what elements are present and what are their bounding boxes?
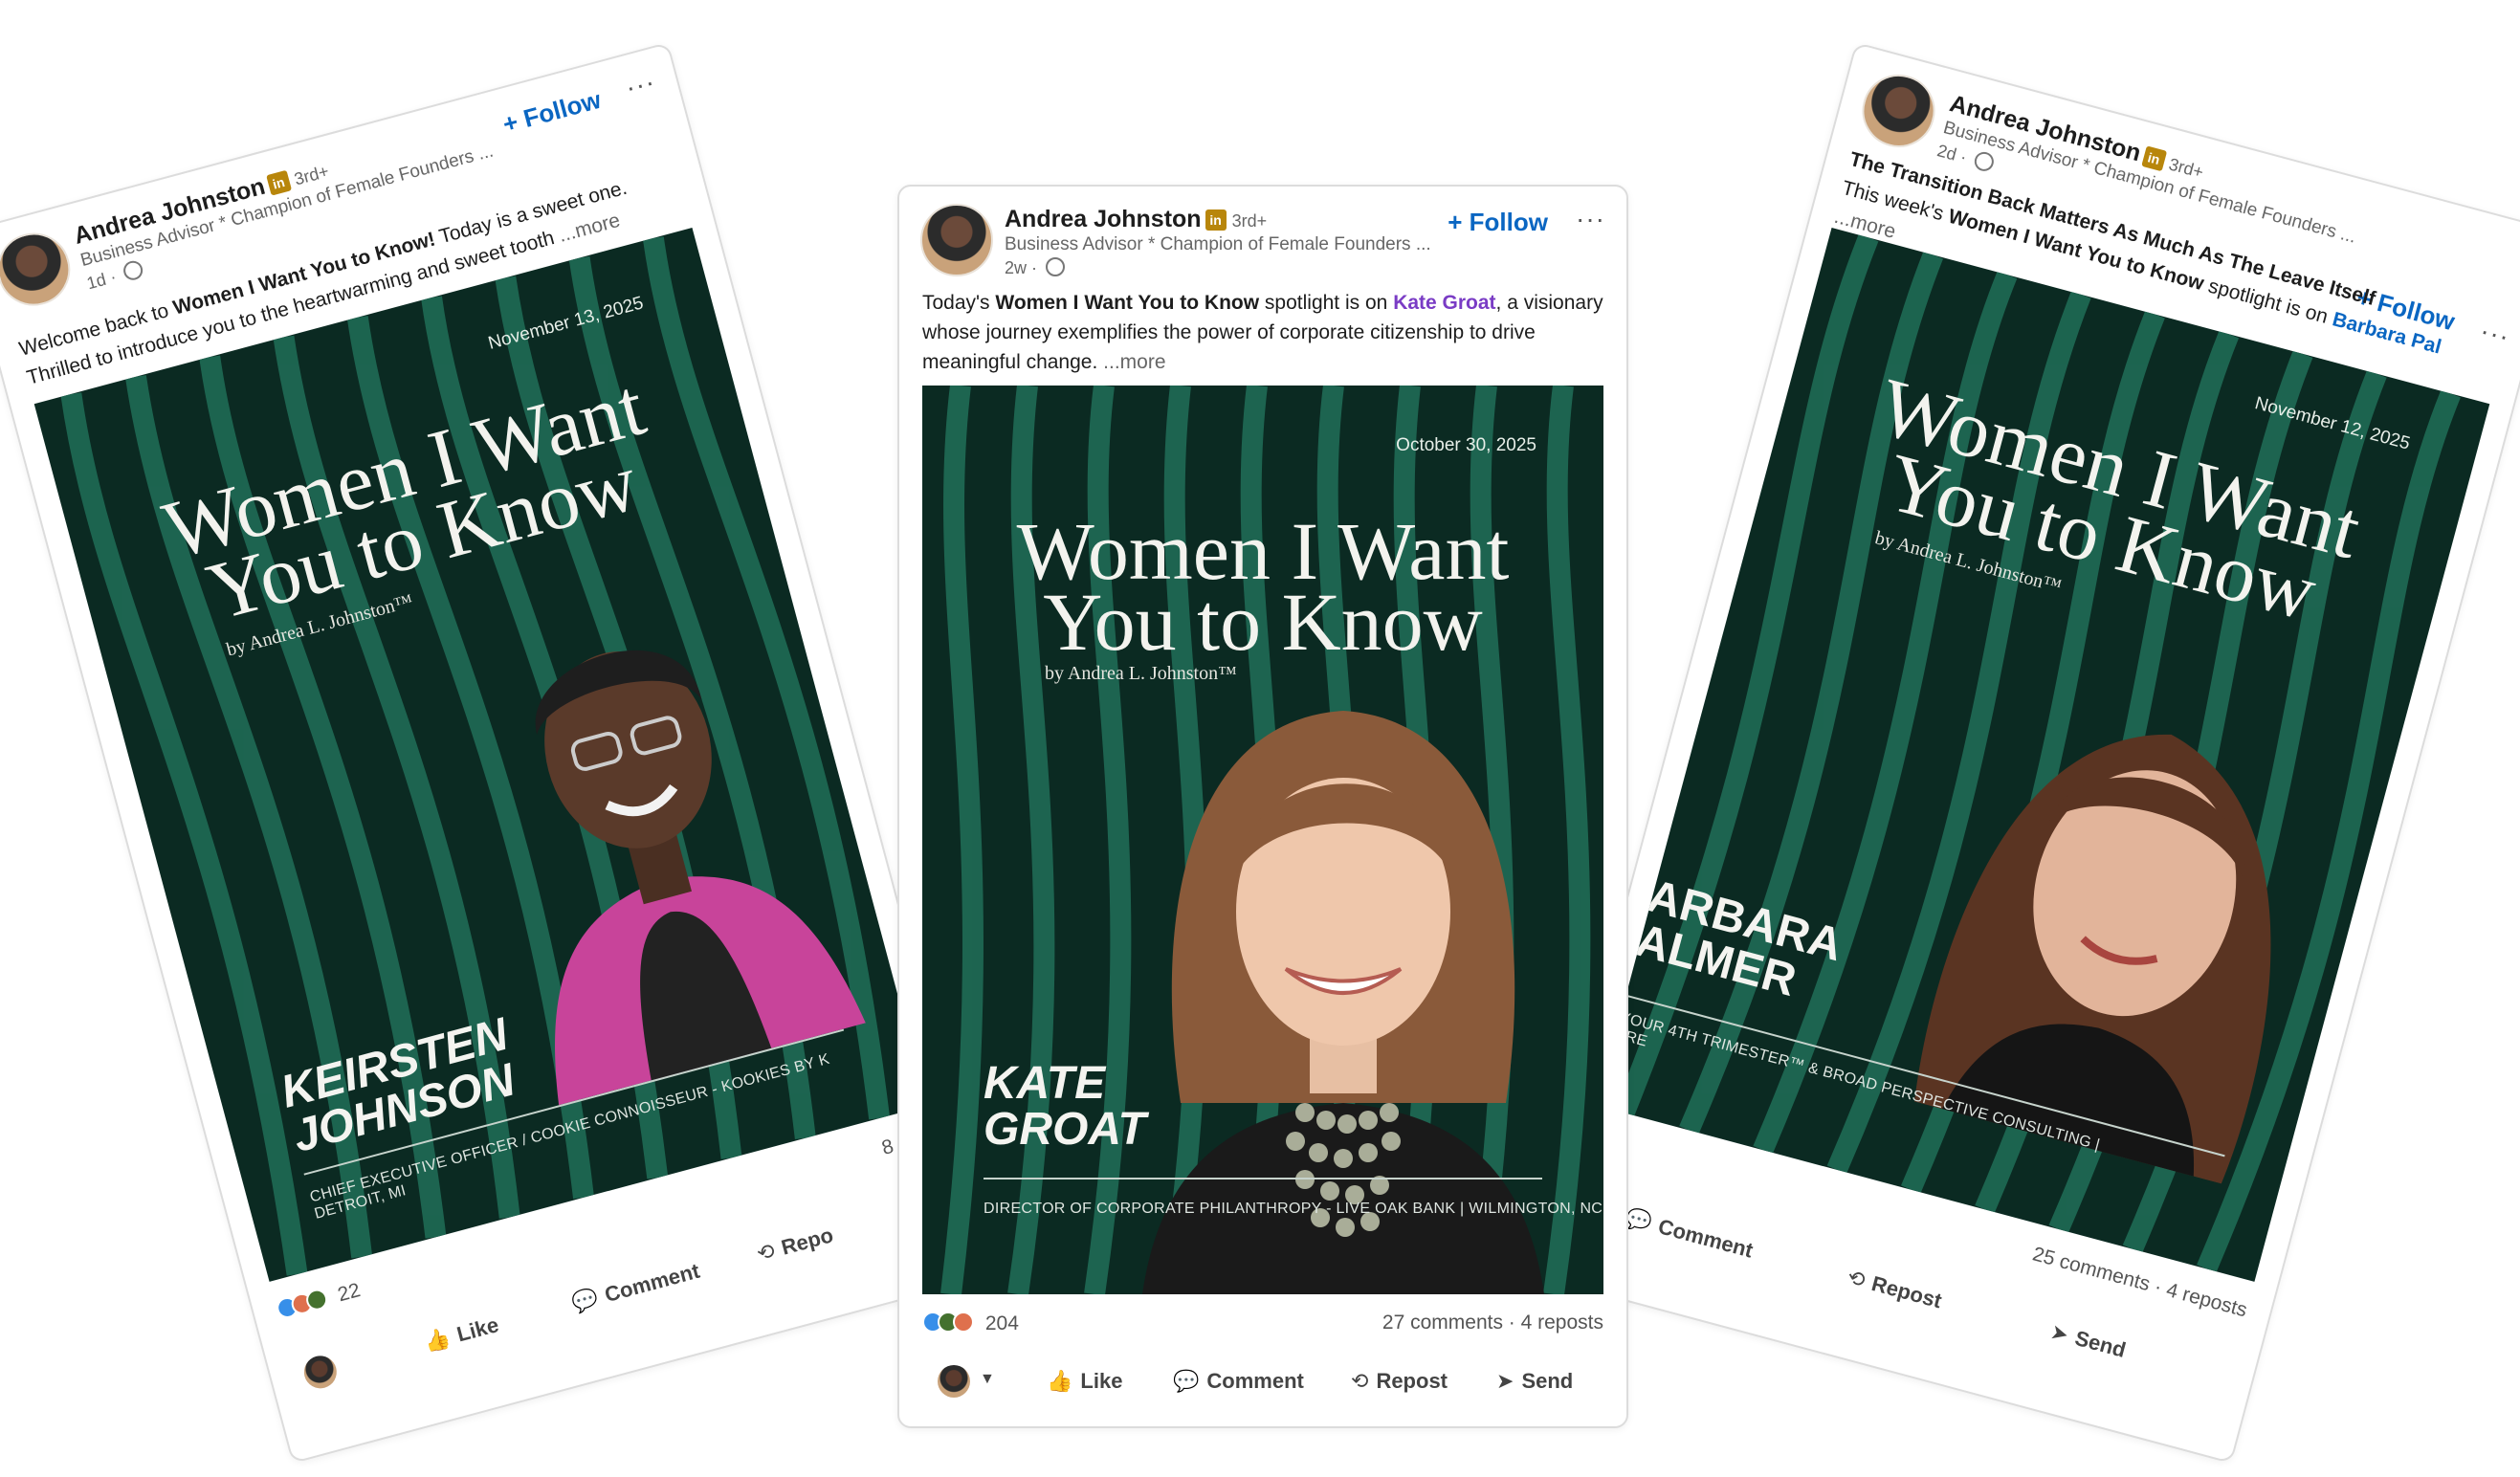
author-name[interactable]: Andrea Johnston in 3rd+ xyxy=(1005,206,1267,233)
series-name: Women I Want You to Know xyxy=(995,292,1260,314)
globe-icon xyxy=(1972,149,1997,174)
send-icon: ➤ xyxy=(1496,1369,1514,1393)
honoree-role: DIRECTOR OF CORPORATE PHILANTHROPY - LIV… xyxy=(984,1201,1603,1217)
mention-link[interactable]: Kate Groat xyxy=(1393,292,1495,314)
love-reaction-icon xyxy=(953,1312,974,1333)
author-headline: Business Advisor * Champion of Female Fo… xyxy=(1005,234,1431,254)
post-caption: Today's Women I Want You to Know spotlig… xyxy=(922,292,1603,373)
send-icon: ➤ xyxy=(2047,1319,2071,1347)
author-avatar[interactable] xyxy=(1853,66,1944,156)
card-title: Women I Want You to Know xyxy=(1016,505,1510,668)
repost-icon: ⟲ xyxy=(1845,1265,1868,1293)
actor-dropdown-icon[interactable]: ▼ xyxy=(980,1371,995,1388)
repost-icon: ⟲ xyxy=(1351,1369,1369,1393)
repost-button[interactable]: ⟲Repost xyxy=(1351,1369,1448,1394)
repost-button[interactable]: ⟲Repost xyxy=(1845,1265,1944,1313)
repost-icon: ⟲ xyxy=(754,1238,778,1267)
globe-icon xyxy=(121,258,145,282)
post-image-card[interactable]: October 30, 2025 Women I Want You to Know… xyxy=(922,386,1603,1294)
thumbs-up-icon: 👍 xyxy=(1047,1369,1073,1393)
repost-button[interactable]: ⟲Repo xyxy=(754,1223,835,1267)
linkedin-badge-icon: in xyxy=(265,169,292,196)
follow-button[interactable]: + Follow xyxy=(499,85,604,140)
post-kate-groat: Andrea Johnston in 3rd+ Business Advisor *… xyxy=(897,185,1628,1428)
honoree-name: KATE GROAT xyxy=(984,1058,1146,1155)
post-time: 2w · xyxy=(1005,257,1066,278)
comment-icon: 💬 xyxy=(569,1286,602,1316)
author-avatar[interactable] xyxy=(920,204,993,276)
send-button[interactable]: ➤Send xyxy=(1496,1369,1573,1394)
post-stats: 204 27 comments · 4 reposts xyxy=(922,1312,1603,1335)
comment-count[interactable]: 27 comments · 4 reposts xyxy=(1382,1312,1603,1334)
reaction-count[interactable]: 204 xyxy=(985,1312,1019,1334)
actor-avatar[interactable] xyxy=(300,1352,341,1393)
reaction-count[interactable]: 22 xyxy=(336,1279,364,1306)
linkedin-badge-icon: in xyxy=(1205,209,1227,231)
like-button[interactable]: 👍Like xyxy=(1047,1369,1122,1394)
honoree-portrait xyxy=(1142,711,1544,1294)
follow-button[interactable]: + Follow xyxy=(1448,208,1548,237)
globe-icon xyxy=(1046,257,1066,276)
send-button[interactable]: ➤Send xyxy=(2047,1319,2129,1363)
more-options-icon[interactable]: ··· xyxy=(1576,204,1605,234)
comment-icon: 💬 xyxy=(1173,1369,1200,1393)
post-image-card[interactable]: November 13, 2025 Women I Want You to Kno… xyxy=(33,227,928,1282)
connection-degree: 3rd+ xyxy=(1231,211,1268,231)
post-header: Andrea Johnston in 3rd+ Business Advisor *… xyxy=(920,204,1605,290)
comment-button[interactable]: 💬Comment xyxy=(1173,1369,1304,1394)
comment-button[interactable]: 💬Comment xyxy=(1623,1205,1756,1264)
post-image-card[interactable]: November 12, 2025 Women I Want You to Kno… xyxy=(1596,227,2490,1282)
like-button[interactable]: 👍Like xyxy=(422,1312,501,1356)
comment-button[interactable]: 💬Comment xyxy=(569,1259,702,1317)
card-divider xyxy=(984,1178,1542,1179)
see-more-link[interactable]: ...more xyxy=(1103,351,1165,373)
mention-link[interactable]: Barbara Pal xyxy=(2330,308,2443,358)
actor-avatar[interactable] xyxy=(938,1365,970,1398)
post-barbara-palmer: Andrea Johnston in 3rd+ Business Advisor *… xyxy=(1525,41,2520,1465)
more-options-icon[interactable]: ··· xyxy=(622,66,658,103)
author-avatar[interactable] xyxy=(0,225,78,315)
thumbs-up-icon: 👍 xyxy=(421,1325,453,1356)
action-bar: ▼ 👍 Like 💬 Comment ⟲ Repost ➤ Send xyxy=(922,1365,1603,1413)
linkedin-badge-icon: in xyxy=(2140,145,2167,172)
card-date: October 30, 2025 xyxy=(1396,435,1536,455)
post-keirsten-johnson: Andrea Johnston in 3rd+ Business Advisor *… xyxy=(0,41,999,1465)
